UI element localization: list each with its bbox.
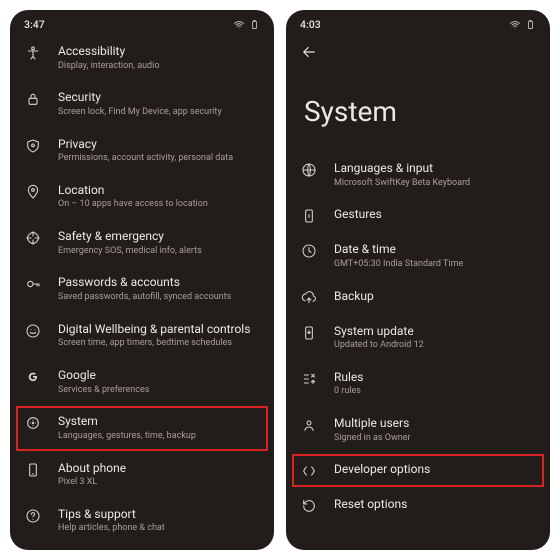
item-title: Multiple users	[334, 416, 536, 432]
settings-item[interactable]: About phonePixel 3 XL	[10, 452, 274, 498]
settings-list[interactable]: AccessibilityDisplay, interaction, audio…	[10, 35, 274, 550]
item-subtitle: Updated to Android 12	[334, 340, 536, 352]
accessibility-icon	[24, 45, 42, 61]
settings-item[interactable]: AccessibilityDisplay, interaction, audio	[10, 35, 274, 81]
system-item[interactable]: Multiple usersSigned in as Owner	[286, 407, 550, 453]
passwords-icon	[24, 276, 42, 292]
item-subtitle: Services & preferences	[58, 385, 260, 397]
system-item[interactable]: Gestures	[286, 198, 550, 233]
item-title: System update	[334, 324, 536, 340]
item-title: Rules	[334, 370, 536, 386]
item-title: Digital Wellbeing & parental controls	[58, 322, 260, 338]
battery-icon	[249, 19, 260, 30]
item-title: Reset options	[334, 497, 536, 513]
status-time: 4:03	[300, 18, 321, 31]
settings-item[interactable]: LocationOn – 10 apps have access to loca…	[10, 174, 274, 220]
privacy-icon	[24, 138, 42, 154]
system-item[interactable]: Developer options	[286, 453, 550, 488]
item-title: Security	[58, 90, 260, 106]
item-subtitle: GMT+05:30 India Standard Time	[334, 259, 536, 271]
item-title: Gestures	[334, 207, 536, 223]
item-title: Date & time	[334, 242, 536, 258]
item-subtitle: Emergency SOS, medical info, alerts	[58, 246, 260, 258]
item-subtitle: Microsoft SwiftKey Beta Keyboard	[334, 178, 536, 190]
lock-icon	[24, 91, 42, 107]
item-title: Tips & support	[58, 507, 260, 523]
system-list[interactable]: Languages & inputMicrosoft SwiftKey Beta…	[286, 152, 550, 550]
backup-icon	[300, 290, 318, 306]
status-icons	[233, 19, 260, 31]
settings-item[interactable]: Safety & emergencyEmergency SOS, medical…	[10, 220, 274, 266]
system-item[interactable]: Rules0 rules	[286, 361, 550, 407]
support-icon	[24, 508, 42, 524]
status-bar: 4:03	[286, 10, 550, 35]
item-title: Safety & emergency	[58, 229, 260, 245]
settings-item[interactable]: Digital Wellbeing & parental controlsScr…	[10, 313, 274, 359]
google-icon	[24, 369, 42, 385]
clock-icon	[300, 243, 318, 259]
dev-icon	[300, 463, 318, 479]
update-icon	[300, 325, 318, 341]
item-subtitle: Help articles, phone & chat	[58, 523, 260, 535]
item-title: Location	[58, 183, 260, 199]
rules-icon	[300, 371, 318, 387]
users-icon	[300, 417, 318, 433]
system-item[interactable]: Backup	[286, 280, 550, 315]
status-bar: 3:47	[10, 10, 274, 35]
system-item[interactable]: Date & timeGMT+05:30 India Standard Time	[286, 233, 550, 279]
item-subtitle: Screen time, app timers, bedtime schedul…	[58, 338, 260, 350]
wellbeing-icon	[24, 323, 42, 339]
item-subtitle: On – 10 apps have access to location	[58, 199, 260, 211]
reset-icon	[300, 498, 318, 514]
wifi-icon	[509, 19, 521, 31]
system-item[interactable]: Reset options	[286, 488, 550, 523]
item-title: Developer options	[334, 462, 536, 478]
settings-screen-left: 3:47 AccessibilityDisplay, interaction, …	[10, 10, 274, 550]
settings-item[interactable]: SecurityScreen lock, Find My Device, app…	[10, 81, 274, 127]
item-subtitle: Pixel 3 XL	[58, 477, 260, 489]
item-subtitle: Saved passwords, autofill, synced accoun…	[58, 292, 260, 304]
system-icon	[24, 415, 42, 431]
emergency-icon	[24, 230, 42, 246]
language-icon	[300, 162, 318, 178]
item-subtitle: Signed in as Owner	[334, 433, 536, 445]
item-subtitle: Permissions, account activity, personal …	[58, 153, 260, 165]
back-icon[interactable]	[300, 43, 318, 61]
wifi-icon	[233, 19, 245, 31]
system-item[interactable]: Languages & inputMicrosoft SwiftKey Beta…	[286, 152, 550, 198]
item-title: Backup	[334, 289, 536, 305]
item-title: Google	[58, 368, 260, 384]
item-title: Accessibility	[58, 44, 260, 60]
item-title: Passwords & accounts	[58, 275, 260, 291]
page-title: System	[286, 67, 550, 152]
location-icon	[24, 184, 42, 200]
gestures-icon	[300, 208, 318, 224]
item-subtitle: Languages, gestures, time, backup	[58, 431, 260, 443]
settings-item[interactable]: PrivacyPermissions, account activity, pe…	[10, 128, 274, 174]
settings-item[interactable]: Passwords & accountsSaved passwords, aut…	[10, 266, 274, 312]
item-title: About phone	[58, 461, 260, 477]
about-icon	[24, 462, 42, 478]
item-subtitle: Screen lock, Find My Device, app securit…	[58, 107, 260, 119]
item-title: Languages & input	[334, 161, 536, 177]
back-row	[286, 35, 550, 67]
item-subtitle: 0 rules	[334, 386, 536, 398]
system-screen-right: 4:03 System Languages & inputMicrosoft S…	[286, 10, 550, 550]
item-title: System	[58, 414, 260, 430]
settings-item[interactable]: GoogleServices & preferences	[10, 359, 274, 405]
settings-item[interactable]: Tips & supportHelp articles, phone & cha…	[10, 498, 274, 544]
status-time: 3:47	[24, 18, 45, 31]
system-item[interactable]: System updateUpdated to Android 12	[286, 315, 550, 361]
settings-item[interactable]: SystemLanguages, gestures, time, backup	[10, 405, 274, 451]
item-subtitle: Display, interaction, audio	[58, 61, 260, 73]
status-icons	[509, 19, 536, 31]
item-title: Privacy	[58, 137, 260, 153]
battery-icon	[525, 19, 536, 30]
